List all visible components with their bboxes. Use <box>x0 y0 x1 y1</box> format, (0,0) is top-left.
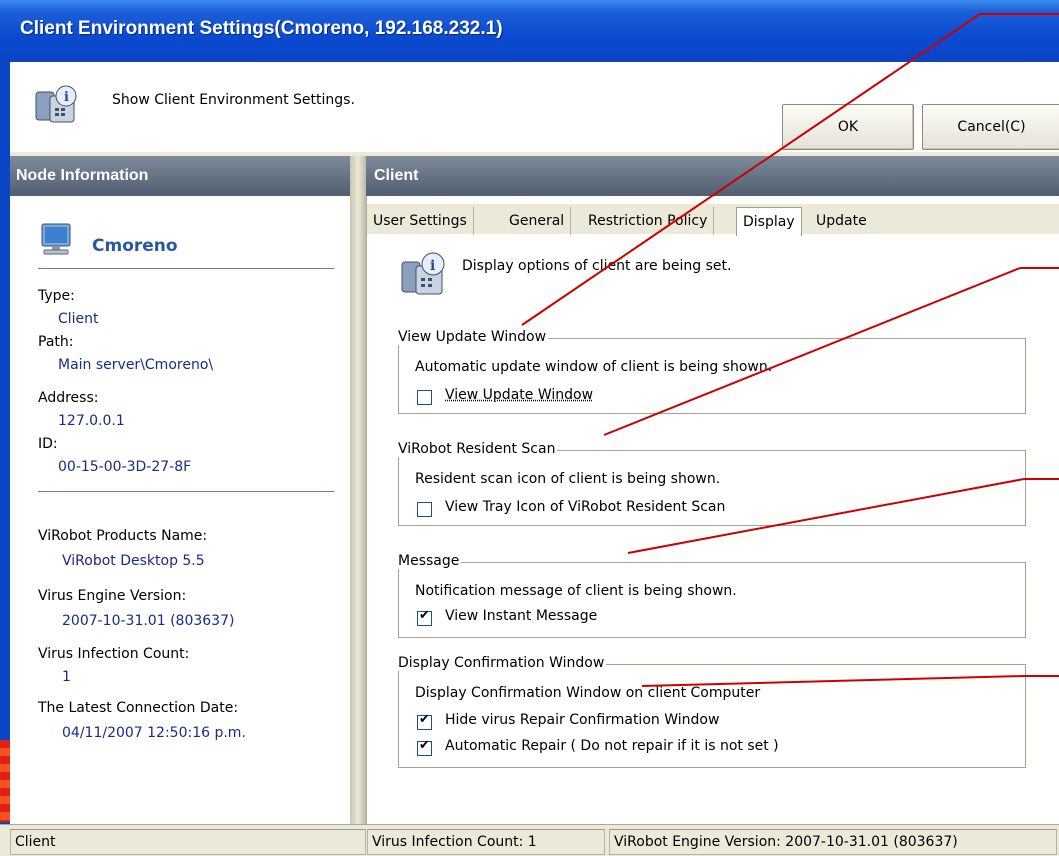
svg-text:i: i <box>64 90 69 105</box>
settings-info-icon: i <box>401 252 445 295</box>
group-display-confirmation: Display Confirmation Window Display Conf… <box>398 655 1026 768</box>
group-view-update-window: View Update Window Automatic update wind… <box>398 329 1026 414</box>
path-label: Path: <box>38 334 74 350</box>
window-title: Client Environment Settings(Cmoreno, 192… <box>20 18 503 39</box>
view-tray-icon-checkbox[interactable] <box>417 502 432 517</box>
type-value: Client <box>58 311 99 327</box>
group-title: Message <box>398 553 462 569</box>
tab-display[interactable]: Display <box>736 207 802 236</box>
checkbox-check-icon: ✔ <box>419 608 430 623</box>
status-bar: Client Virus Infection Count: 1 ViRobot … <box>0 824 1059 856</box>
display-description: Display options of client are being set. <box>462 258 732 274</box>
status-infection-count: Virus Infection Count: 1 <box>367 829 605 855</box>
address-value: 127.0.0.1 <box>58 413 125 429</box>
background-stripe <box>0 740 10 822</box>
connection-date-value: 04/11/2007 12:50:16 p.m. <box>62 725 246 741</box>
address-label: Address: <box>38 390 99 406</box>
panel-splitter[interactable] <box>350 156 366 824</box>
group-description: Display Confirmation Window on client Co… <box>415 685 761 701</box>
group-description: Notification message of client is being … <box>415 583 737 599</box>
automatic-repair-checkbox[interactable]: ✔ <box>417 738 432 756</box>
group-title: ViRobot Resident Scan <box>398 441 558 457</box>
id-label: ID: <box>38 436 58 452</box>
cancel-button-label: Cancel(C) <box>957 119 1026 135</box>
svg-text:i: i <box>430 258 435 274</box>
tab-restriction-policy[interactable]: Restriction Policy <box>582 207 715 235</box>
id-value: 00-15-00-3D-27-8F <box>58 459 192 475</box>
status-engine-version: ViRobot Engine Version: 2007-10-31.01 (8… <box>609 829 1057 855</box>
view-instant-message-checkbox[interactable]: ✔ <box>417 608 432 626</box>
group-title: View Update Window <box>398 329 549 345</box>
view-tray-icon-label[interactable]: View Tray Icon of ViRobot Resident Scan <box>445 499 725 515</box>
view-update-window-checkbox[interactable] <box>417 390 432 405</box>
view-update-window-label[interactable]: View Update Window <box>445 387 593 403</box>
client-header-title: Client <box>374 167 419 184</box>
tab-user-settings[interactable]: User Settings <box>367 207 474 235</box>
automatic-repair-label[interactable]: Automatic Repair ( Do not repair if it i… <box>445 738 779 754</box>
product-name-value: ViRobot Desktop 5.5 <box>62 553 205 569</box>
computer-icon <box>41 223 71 255</box>
group-message: Message Notification message of client i… <box>398 553 1026 638</box>
group-description: Automatic update window of client is bei… <box>415 359 773 375</box>
status-node-type: Client <box>10 829 366 855</box>
group-description: Resident scan icon of client is being sh… <box>415 471 721 487</box>
header-text: Show Client Environment Settings. <box>112 92 355 108</box>
hide-repair-confirmation-label[interactable]: Hide virus Repair Confirmation Window <box>445 712 719 728</box>
view-instant-message-label[interactable]: View Instant Message <box>445 608 597 624</box>
settings-info-icon: i <box>35 85 77 123</box>
cancel-button[interactable]: Cancel(C) <box>922 104 1059 150</box>
checkbox-check-icon: ✔ <box>419 738 430 753</box>
infection-count-label: Virus Infection Count: <box>38 646 190 662</box>
checkbox-check-icon: ✔ <box>419 712 430 727</box>
engine-version-label: Virus Engine Version: <box>38 588 187 604</box>
product-name-label: ViRobot Products Name: <box>38 528 208 544</box>
title-bar: Client Environment Settings(Cmoreno, 192… <box>0 0 1059 62</box>
node-information-title: Node Information <box>16 167 149 184</box>
tab-update[interactable]: Update <box>810 207 873 235</box>
window-frame-left <box>0 62 10 855</box>
group-resident-scan: ViRobot Resident Scan Resident scan icon… <box>398 441 1026 526</box>
path-value: Main server\Cmoreno\ <box>58 357 214 373</box>
group-title: Display Confirmation Window <box>398 655 607 671</box>
connection-date-label: The Latest Connection Date: <box>38 700 239 716</box>
engine-version-value: 2007-10-31.01 (803637) <box>62 613 235 629</box>
node-information-header: Node Information <box>10 156 350 196</box>
tab-general[interactable]: General <box>503 207 572 235</box>
divider <box>38 491 334 492</box>
tab-bar: User Settings General Restriction Policy… <box>367 204 1059 236</box>
node-information-panel <box>10 156 351 824</box>
divider <box>38 268 334 269</box>
infection-count-value: 1 <box>62 669 71 685</box>
node-name: Cmoreno <box>92 236 178 256</box>
client-header: Client <box>366 156 1059 196</box>
hide-repair-confirmation-checkbox[interactable]: ✔ <box>417 712 432 730</box>
type-label: Type: <box>38 288 75 304</box>
ok-button[interactable]: OK <box>782 104 914 150</box>
